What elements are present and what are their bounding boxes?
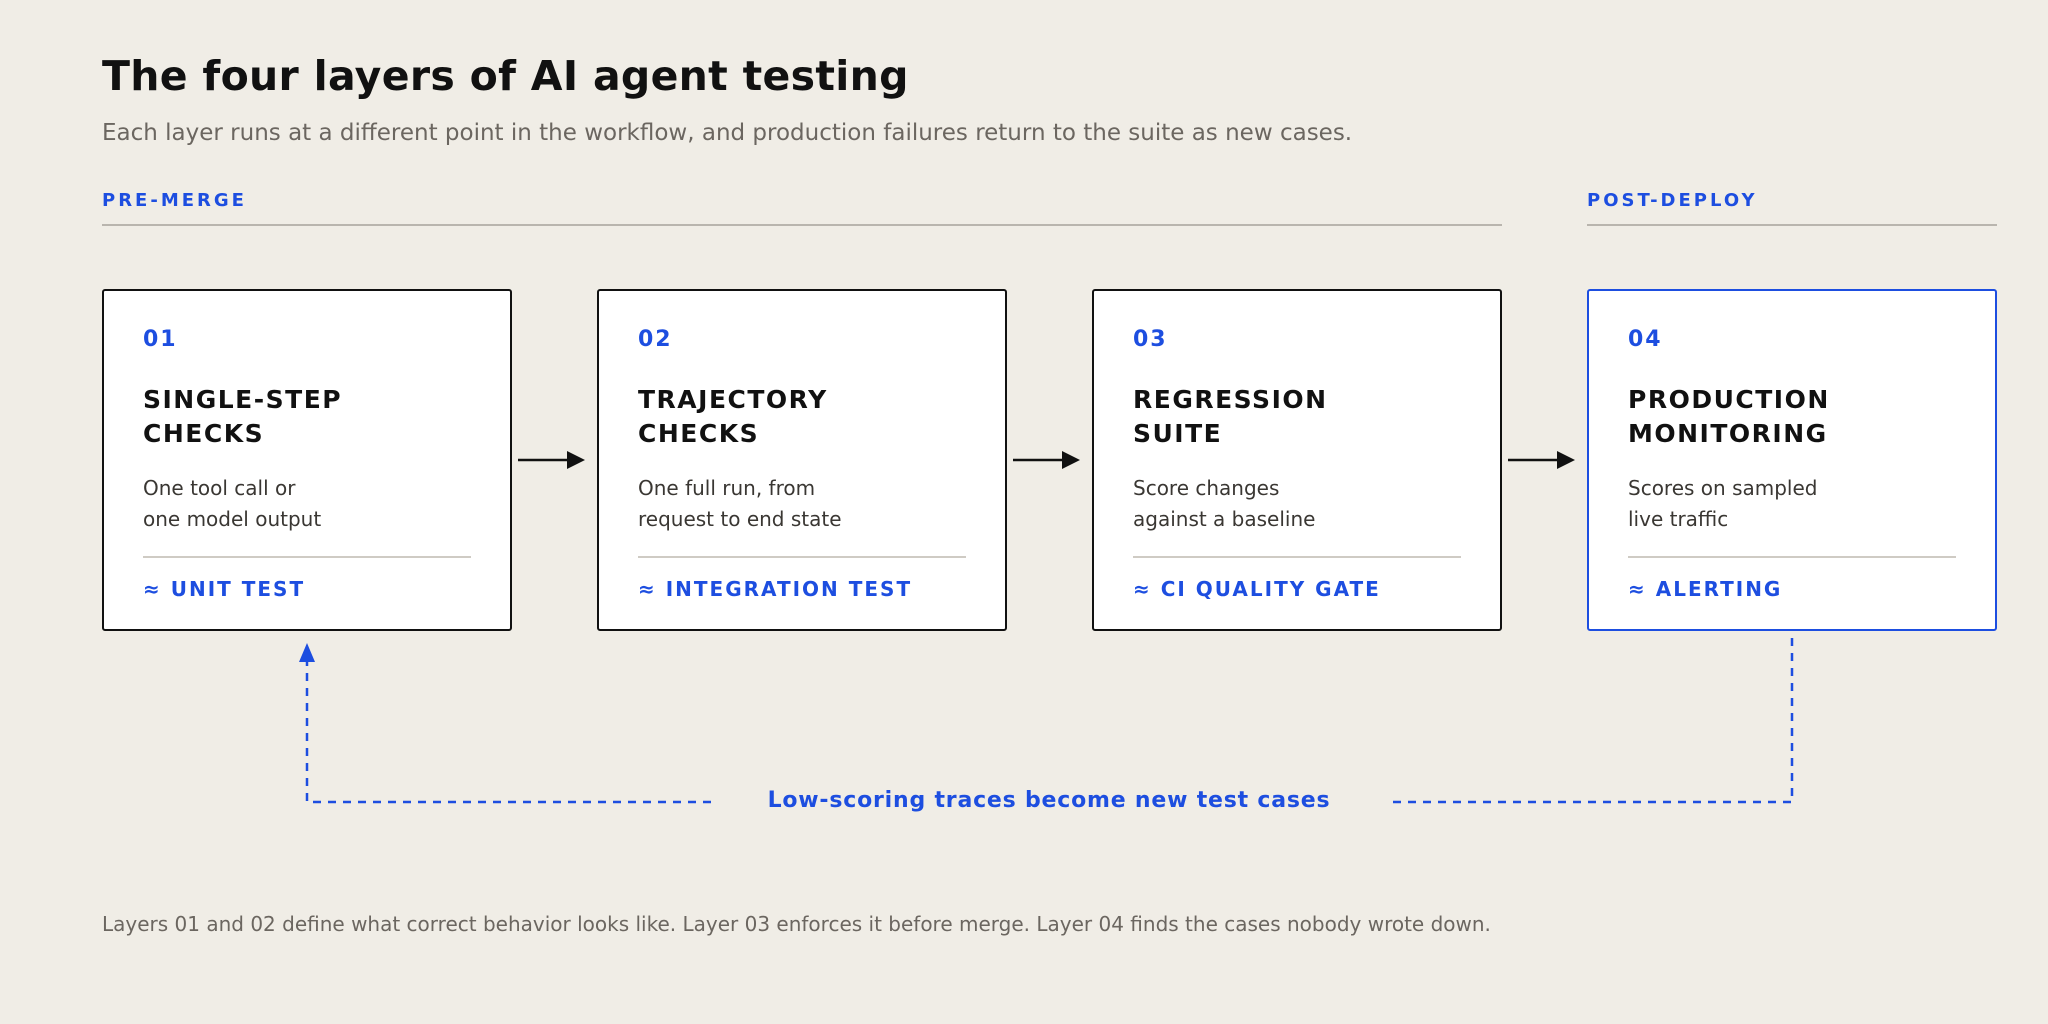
- layer-name: PRODUCTION MONITORING: [1628, 385, 1830, 448]
- layer-number: 01: [143, 327, 178, 352]
- layer-card-regression: 03 REGRESSION SUITE Score changes agains…: [1092, 289, 1502, 631]
- card-divider: [1133, 556, 1461, 558]
- layer-number: 02: [638, 327, 673, 352]
- card-divider: [1628, 556, 1956, 558]
- layer-analogy: ≈ ALERTING: [1628, 577, 1783, 601]
- layer-card-production: 04 PRODUCTION MONITORING Scores on sampl…: [1587, 289, 1997, 631]
- layer-analogy: ≈ CI QUALITY GATE: [1133, 577, 1381, 601]
- layer-description: One tool call or one model output: [143, 476, 322, 531]
- layer-analogy: ≈ INTEGRATION TEST: [638, 577, 913, 601]
- layer-number: 04: [1628, 327, 1663, 352]
- layer-name: TRAJECTORY CHECKS: [638, 385, 828, 448]
- layer-name: REGRESSION SUITE: [1133, 385, 1328, 448]
- flow-arrow-3-to-4: [1508, 451, 1575, 469]
- layer-card-trajectory: 02 TRAJECTORY CHECKS One full run, from …: [597, 289, 1007, 631]
- layer-card-single-step: 01 SINGLE-STEP CHECKS One tool call or o…: [102, 289, 512, 631]
- layer-number: 03: [1133, 327, 1168, 352]
- layer-description: Scores on sampled live traffic: [1628, 476, 1818, 531]
- flow-arrow-2-to-3: [1013, 451, 1080, 469]
- card-divider: [143, 556, 471, 558]
- feedback-loop-label: Low-scoring traces become new test cases: [712, 788, 1386, 813]
- flow-arrow-1-to-2: [518, 451, 585, 469]
- card-divider: [638, 556, 966, 558]
- feedback-loop-path: [299, 638, 1794, 804]
- layer-description: Score changes against a baseline: [1133, 476, 1316, 531]
- layer-name: SINGLE-STEP CHECKS: [143, 385, 343, 448]
- layer-description: One full run, from request to end state: [638, 476, 842, 531]
- footnote: Layers 01 and 02 define what correct beh…: [102, 912, 1491, 936]
- layer-analogy: ≈ UNIT TEST: [143, 577, 306, 601]
